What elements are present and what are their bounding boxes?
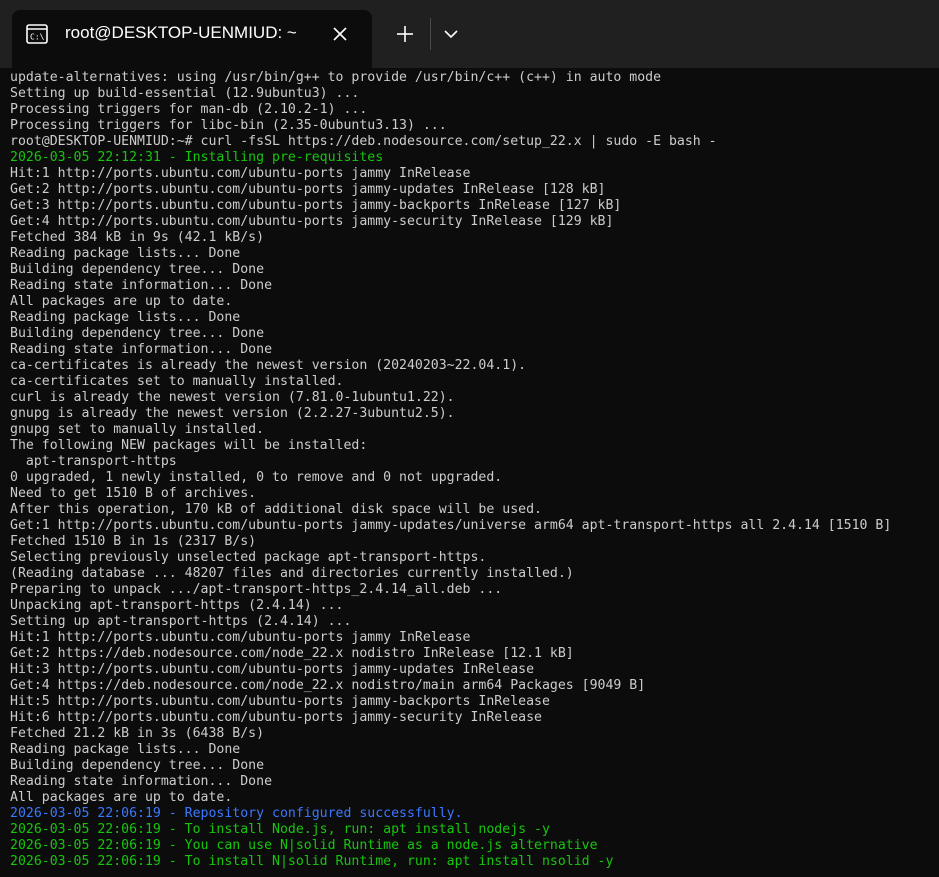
plus-icon[interactable] <box>392 21 418 47</box>
terminal-line: Processing triggers for libc-bin (2.35-0… <box>10 118 447 133</box>
terminal-window: C:\ root@DESKTOP-UENMIUD: ~ update-alter… <box>0 0 939 877</box>
terminal-line: Get:2 http://ports.ubuntu.com/ubuntu-por… <box>10 182 606 197</box>
terminal-line: Preparing to unpack .../apt-transport-ht… <box>10 582 503 597</box>
terminal-line: 2026-03-05 22:06:19 - To install N|solid… <box>10 854 614 869</box>
terminal-line: Reading state information... Done <box>10 342 273 357</box>
terminal-line: ca-certificates is already the newest ve… <box>10 358 527 373</box>
terminal-line: root@DESKTOP-UENMIUD:~# curl -fsSL https… <box>10 134 717 149</box>
terminal-line: Need to get 1510 B of archives. <box>10 486 257 501</box>
terminal-line: Hit:6 http://ports.ubuntu.com/ubuntu-por… <box>10 710 542 725</box>
tab-divider <box>430 18 431 50</box>
terminal-line: The following NEW packages will be insta… <box>10 438 368 453</box>
chevron-down-icon[interactable] <box>440 22 462 46</box>
terminal-icon: C:\ <box>26 24 48 44</box>
terminal-line: All packages are up to date. <box>10 294 233 309</box>
terminal-line: 2026-03-05 22:06:19 - You can use N|soli… <box>10 838 598 853</box>
terminal-line: Hit:1 http://ports.ubuntu.com/ubuntu-por… <box>10 166 471 181</box>
terminal-line: (Reading database ... 48207 files and di… <box>10 566 574 581</box>
terminal-line: Setting up apt-transport-https (2.4.14) … <box>10 614 352 629</box>
terminal-line: Building dependency tree... Done <box>10 758 265 773</box>
terminal-line: Reading package lists... Done <box>10 310 241 325</box>
terminal-line: Building dependency tree... Done <box>10 326 265 341</box>
terminal-line: All packages are up to date. <box>10 790 233 805</box>
close-icon[interactable] <box>328 22 352 46</box>
terminal-line: Get:3 http://ports.ubuntu.com/ubuntu-por… <box>10 198 622 213</box>
terminal-line: Hit:1 http://ports.ubuntu.com/ubuntu-por… <box>10 630 471 645</box>
tab-terminal[interactable]: C:\ root@DESKTOP-UENMIUD: ~ <box>12 10 372 68</box>
terminal-line: Fetched 21.2 kB in 3s (6438 B/s) <box>10 726 265 741</box>
terminal-line: 0 upgraded, 1 newly installed, 0 to remo… <box>10 470 503 485</box>
terminal-line: 2026-03-05 22:06:19 - To install Node.js… <box>10 822 550 837</box>
terminal-line: Selecting previously unselected package … <box>10 550 487 565</box>
terminal-line: ca-certificates set to manually installe… <box>10 374 344 389</box>
terminal-line: 2026-03-05 22:06:19 - Repository configu… <box>10 806 463 821</box>
terminal-line: Get:1 http://ports.ubuntu.com/ubuntu-por… <box>10 518 892 533</box>
terminal-line: Reading state information... Done <box>10 774 273 789</box>
terminal-line: 2026-03-05 22:12:31 - Installing pre-req… <box>10 150 384 165</box>
terminal-line: Get:2 https://deb.nodesource.com/node_22… <box>10 646 574 661</box>
terminal-line: gnupg is already the newest version (2.2… <box>10 406 455 421</box>
terminal-line: Reading state information... Done <box>10 278 273 293</box>
terminal-line: apt-transport-https <box>10 454 177 469</box>
terminal-line: gnupg set to manually installed. <box>10 422 265 437</box>
terminal-line: Fetched 384 kB in 9s (42.1 kB/s) <box>10 230 265 245</box>
terminal-line: Fetched 1510 B in 1s (2317 B/s) <box>10 534 257 549</box>
terminal-line: Building dependency tree... Done <box>10 262 265 277</box>
terminal-line: Hit:5 http://ports.ubuntu.com/ubuntu-por… <box>10 694 550 709</box>
terminal-line: Reading package lists... Done <box>10 742 241 757</box>
terminal-line: Unpacking apt-transport-https (2.4.14) .… <box>10 598 344 613</box>
terminal-line: Get:4 https://deb.nodesource.com/node_22… <box>10 678 646 693</box>
terminal-line: Reading package lists... Done <box>10 246 241 261</box>
title-bar: C:\ root@DESKTOP-UENMIUD: ~ <box>0 0 939 68</box>
terminal-line: Setting up build-essential (12.9ubuntu3)… <box>10 86 360 101</box>
terminal-line: update-alternatives: using /usr/bin/g++ … <box>10 70 662 85</box>
terminal-line: curl is already the newest version (7.81… <box>10 390 455 405</box>
terminal-line: Hit:3 http://ports.ubuntu.com/ubuntu-por… <box>10 662 535 677</box>
terminal-line: After this operation, 170 kB of addition… <box>10 502 542 517</box>
terminal-output[interactable]: update-alternatives: using /usr/bin/g++ … <box>10 70 935 875</box>
svg-text:C:\: C:\ <box>30 33 45 42</box>
terminal-line: Get:4 http://ports.ubuntu.com/ubuntu-por… <box>10 214 614 229</box>
terminal-line: Processing triggers for man-db (2.10.2-1… <box>10 102 368 117</box>
tab-title: root@DESKTOP-UENMIUD: ~ <box>65 23 297 42</box>
